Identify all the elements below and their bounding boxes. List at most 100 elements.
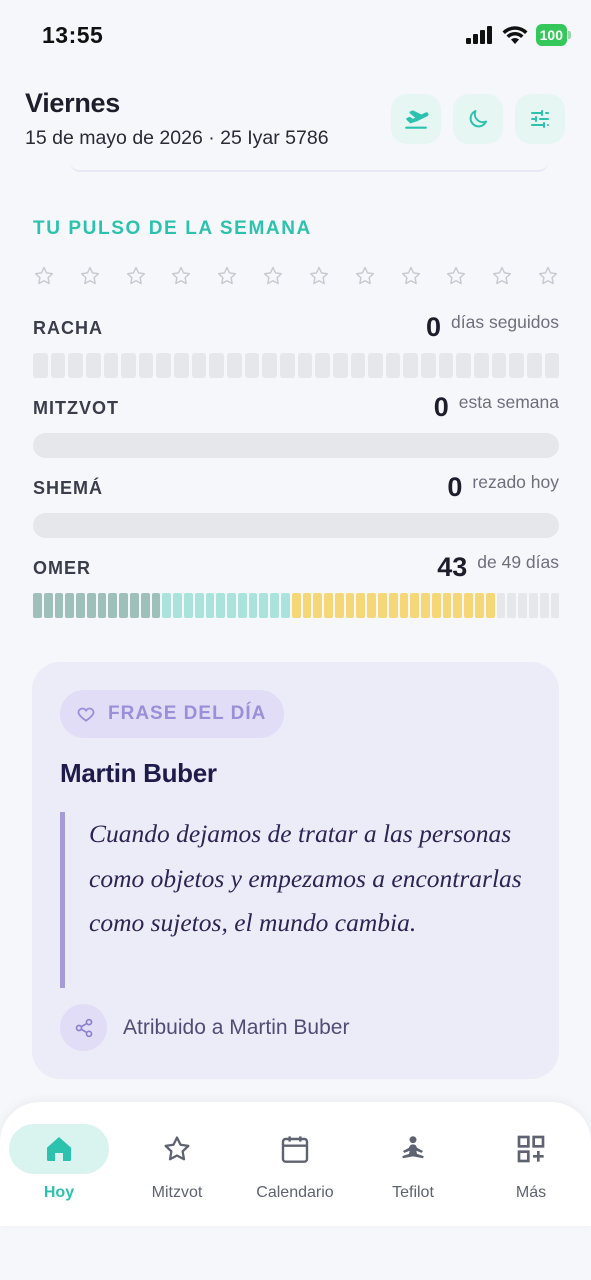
- settings-button[interactable]: [515, 94, 565, 144]
- omer-day-segment: [130, 593, 139, 618]
- metric-label: SHEMÁ: [33, 478, 104, 498]
- rating-star-icon: [172, 266, 191, 285]
- header: Viernes 15 de mayo de 2026 · 25 Iyar 578…: [25, 88, 570, 168]
- header-actions: [391, 94, 565, 144]
- metric-label: RACHA: [33, 318, 103, 338]
- nav-item-tefilot[interactable]: Tefilot: [358, 1124, 468, 1204]
- omer-day-segment: [518, 593, 527, 618]
- nav-icon-wrap: [127, 1124, 227, 1174]
- omer-day-segment: [270, 593, 279, 618]
- omer-day-segment: [496, 593, 506, 618]
- racha-segment: [544, 353, 560, 378]
- omer-day-segment: [334, 593, 344, 618]
- omer-day-segment: [280, 593, 290, 618]
- omer-day-segment: [539, 593, 549, 618]
- nav-item-hoy[interactable]: Hoy: [4, 1124, 114, 1204]
- mitzvot-unit: esta semana: [458, 392, 559, 412]
- racha-segment: [227, 353, 242, 378]
- quote-text: Cuando dejamos de tratar a las personas …: [60, 812, 540, 988]
- night-mode-button[interactable]: [453, 94, 503, 144]
- plane-icon: [405, 110, 429, 129]
- rating-star-icon: [263, 266, 283, 285]
- quote-card: FRASE DEL DÍA Martin Buber Cuando dejamo…: [32, 662, 559, 1079]
- omer-day-segment: [140, 593, 150, 618]
- omer-unit: de 49 días: [477, 552, 559, 572]
- racha-segment: [368, 353, 383, 378]
- racha-segment: [85, 353, 101, 378]
- omer-day-segment: [507, 593, 517, 618]
- omer-day-segment: [54, 593, 64, 618]
- shema-progress-bar: [33, 513, 559, 538]
- status-bar: 13:55 100: [0, 0, 591, 72]
- omer-day-segment: [345, 593, 355, 618]
- omer-day-segment: [550, 593, 560, 618]
- omer-day-segment: [194, 593, 204, 618]
- star-icon: [164, 1136, 190, 1161]
- omer-day-segment: [97, 593, 107, 618]
- nav-icon-wrap: [9, 1124, 109, 1174]
- prayer-icon: [402, 1136, 424, 1159]
- racha-segment: [385, 353, 401, 378]
- racha-segment: [103, 353, 119, 378]
- racha-segment: [191, 353, 207, 378]
- omer-day-segment: [205, 593, 215, 618]
- omer-day-segment: [108, 593, 118, 618]
- wifi-icon: [502, 26, 528, 44]
- travel-button[interactable]: [391, 94, 441, 144]
- racha-segment: [315, 353, 330, 378]
- omer-day-segment: [33, 593, 42, 618]
- omer-day-segment: [367, 593, 376, 618]
- omer-day-segment: [65, 593, 75, 618]
- nav-icon-wrap: [245, 1124, 345, 1174]
- quote-badge: FRASE DEL DÍA: [60, 690, 285, 738]
- racha-segment: [50, 353, 66, 378]
- racha-segment: [33, 353, 48, 378]
- rating-star-icon: [355, 266, 374, 285]
- racha-segment-bar: [33, 353, 560, 378]
- calendar-icon: [281, 1136, 309, 1163]
- rating-star-icon: [493, 266, 512, 285]
- omer-day-segment: [431, 593, 441, 618]
- nav-label: Hoy: [43, 1184, 75, 1201]
- racha-segment: [156, 353, 172, 378]
- nav-label: Más: [515, 1184, 547, 1201]
- rating-star-icon: [34, 266, 54, 285]
- omer-day-segment: [162, 593, 172, 618]
- racha-segment: [244, 353, 260, 378]
- racha-segment: [279, 353, 295, 378]
- omer-day-segment: [313, 593, 323, 618]
- nav-item-mitzvot[interactable]: Mitzvot: [122, 1124, 232, 1204]
- omer-day-segment: [442, 593, 452, 618]
- pulse-title: TU PULSO DE LA SEMANA: [33, 218, 312, 239]
- omer-day-segment: [43, 593, 53, 618]
- share-icon: [75, 1018, 92, 1037]
- racha-segment: [491, 353, 507, 378]
- metric-value: 0 esta semana: [434, 392, 559, 423]
- nav-label: Tefilot: [392, 1184, 434, 1201]
- weekly-stars: [33, 265, 559, 287]
- rating-star-icon: [309, 266, 328, 285]
- omer-day-segment: [528, 593, 538, 618]
- metric-label: OMER: [33, 558, 91, 578]
- share-button[interactable]: [60, 1004, 107, 1051]
- racha-segment: [209, 353, 225, 378]
- racha-unit: días seguidos: [451, 312, 559, 332]
- racha-segment: [350, 353, 366, 378]
- omer-day-segment: [291, 593, 301, 618]
- omer-day-segment: [485, 593, 495, 618]
- racha-segment: [68, 353, 83, 378]
- grid-plus-icon: [517, 1135, 545, 1163]
- nav-item-mas[interactable]: Más: [476, 1124, 586, 1204]
- rating-star-icon: [218, 266, 237, 285]
- nav-item-calendario[interactable]: Calendario: [240, 1124, 350, 1204]
- status-icons: 100: [465, 24, 572, 46]
- nav-icon-wrap: [481, 1124, 581, 1174]
- omer-day-segment: [324, 593, 333, 618]
- racha-segment: [174, 353, 189, 378]
- omer-day-segment: [227, 593, 236, 618]
- racha-segment: [262, 353, 277, 378]
- shema-unit: rezado hoy: [472, 472, 559, 492]
- home-icon: [47, 1137, 71, 1161]
- racha-segment: [509, 353, 524, 378]
- mitzvot-progress-bar: [33, 433, 559, 458]
